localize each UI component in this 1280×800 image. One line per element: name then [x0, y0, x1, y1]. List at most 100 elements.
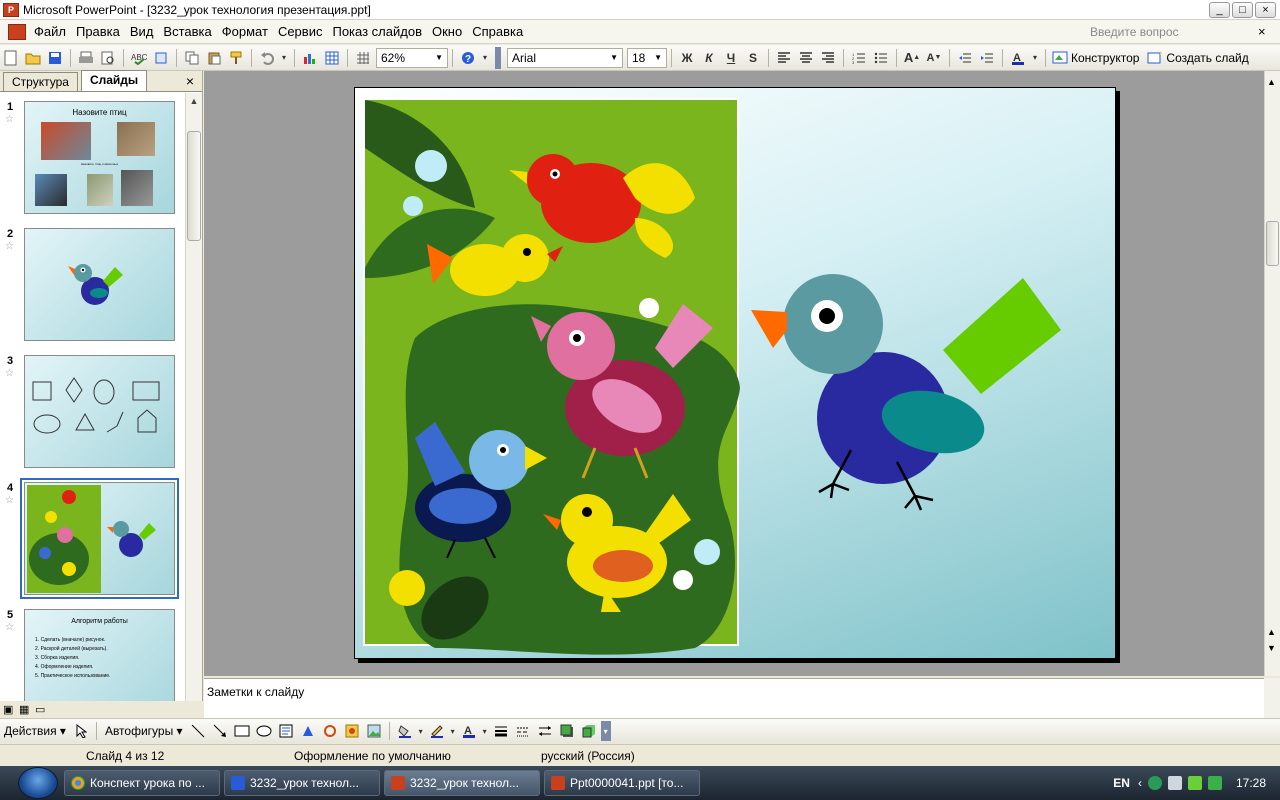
font-color-dropdown-icon[interactable]: ▾: [481, 721, 489, 741]
font-name-select[interactable]: Arial ▼: [507, 47, 623, 68]
slide-thumbnail-1[interactable]: Назовите птиц Назовите птиц и животных: [24, 101, 175, 214]
zoom-select[interactable]: 62% ▼: [376, 47, 448, 68]
dash-style-icon[interactable]: [513, 721, 533, 741]
menu-tools[interactable]: Сервис: [278, 24, 333, 39]
font-color-icon[interactable]: A: [1008, 48, 1028, 68]
font-color-icon[interactable]: A: [459, 721, 479, 741]
select-arrow-icon[interactable]: [71, 721, 91, 741]
slide-thumbnail-2[interactable]: [24, 228, 175, 341]
taskbar-item-chrome[interactable]: Конспект урока по ...: [64, 770, 220, 796]
menu-insert[interactable]: Вставка: [163, 24, 221, 39]
line-color-dropdown-icon[interactable]: ▾: [449, 721, 457, 741]
language-bar[interactable]: EN: [1113, 776, 1130, 790]
align-left-icon[interactable]: [774, 48, 794, 68]
fill-color-dropdown-icon[interactable]: ▾: [417, 721, 425, 741]
new-slide-button[interactable]: Создать слайд: [1147, 50, 1249, 65]
ask-question-input[interactable]: Введите вопрос: [1086, 23, 1246, 41]
menu-format[interactable]: Формат: [222, 24, 278, 39]
decrease-indent-icon[interactable]: [955, 48, 975, 68]
slide-thumbnail-5[interactable]: Алгоритм работы 1. Сделать (вначале) рис…: [24, 609, 175, 701]
insert-table-icon[interactable]: [322, 48, 342, 68]
print-preview-icon[interactable]: [98, 48, 118, 68]
big-blue-bird-illustration[interactable]: [751, 274, 1061, 511]
sorter-view-icon[interactable]: ▦: [19, 703, 33, 716]
arrow-icon[interactable]: [210, 721, 230, 741]
panel-scrollbar[interactable]: ▲: [185, 93, 202, 701]
save-icon[interactable]: [45, 48, 65, 68]
undo-dropdown-icon[interactable]: ▾: [279, 48, 289, 68]
volume-icon[interactable]: [1167, 776, 1182, 790]
notes-pane[interactable]: Заметки к слайду: [204, 678, 1264, 718]
copy-icon[interactable]: [182, 48, 202, 68]
new-icon[interactable]: [1, 48, 21, 68]
birds-collage-image[interactable]: [363, 98, 740, 655]
normal-view-icon[interactable]: ▣: [3, 703, 17, 716]
shadow-style-icon[interactable]: [557, 721, 577, 741]
scroll-up-icon[interactable]: ▲: [186, 93, 202, 110]
oval-icon[interactable]: [254, 721, 274, 741]
designer-button[interactable]: Конструктор: [1052, 51, 1139, 65]
toolbar-options-icon[interactable]: ▾: [480, 48, 490, 68]
powerpoint-app-icon[interactable]: P: [3, 2, 19, 17]
download-icon[interactable]: [1207, 776, 1222, 790]
menu-file[interactable]: Файл: [34, 24, 76, 39]
shadow-button[interactable]: S: [743, 48, 763, 68]
signal-icon[interactable]: [1187, 776, 1202, 790]
italic-button[interactable]: К: [699, 48, 719, 68]
toolbar-options-icon[interactable]: ▾: [600, 721, 611, 741]
picture-icon[interactable]: [364, 721, 384, 741]
line-style-icon[interactable]: [491, 721, 511, 741]
scrollbar-thumb[interactable]: [1266, 221, 1279, 266]
bold-button[interactable]: Ж: [677, 48, 697, 68]
open-icon[interactable]: [23, 48, 43, 68]
current-slide[interactable]: [354, 87, 1116, 659]
tab-outline[interactable]: Структура: [3, 72, 78, 91]
notes-scrollbar[interactable]: [1264, 678, 1280, 718]
close-button[interactable]: ×: [1255, 1, 1276, 18]
chevron-left-icon[interactable]: ‹: [1138, 776, 1142, 790]
increase-indent-icon[interactable]: [977, 48, 997, 68]
grid-icon[interactable]: [353, 48, 373, 68]
maximize-button[interactable]: □: [1232, 1, 1253, 18]
font-size-select[interactable]: 18 ▼: [627, 47, 667, 68]
diagram-icon[interactable]: [320, 721, 340, 741]
menu-window[interactable]: Окно: [432, 24, 472, 39]
align-right-icon[interactable]: [818, 48, 838, 68]
textbox-icon[interactable]: [276, 721, 296, 741]
start-button[interactable]: [18, 767, 58, 799]
clipart-icon[interactable]: [342, 721, 362, 741]
autoshapes-menu[interactable]: Автофигуры ▾: [101, 724, 187, 738]
increase-font-icon[interactable]: A ▲: [902, 48, 922, 68]
paste-icon[interactable]: [204, 48, 224, 68]
clock[interactable]: 17:28: [1236, 776, 1266, 790]
taskbar-item-powerpoint-2[interactable]: Ppt0000041.ppt [то...: [544, 770, 700, 796]
spelling-icon[interactable]: ABC: [129, 48, 149, 68]
undo-icon[interactable]: [257, 48, 277, 68]
numbering-icon[interactable]: 123: [849, 48, 869, 68]
close-icon[interactable]: ×: [186, 73, 194, 89]
tab-slides[interactable]: Слайды: [80, 70, 148, 91]
format-painter-icon[interactable]: [226, 48, 246, 68]
fill-color-icon[interactable]: [395, 721, 415, 741]
3d-style-icon[interactable]: [579, 721, 599, 741]
rectangle-icon[interactable]: [232, 721, 252, 741]
previous-slide-icon[interactable]: ▲: [1267, 627, 1276, 637]
document-icon[interactable]: [8, 23, 26, 40]
underline-button[interactable]: Ч: [721, 48, 741, 68]
menu-help[interactable]: Справка: [472, 24, 533, 39]
scroll-up-icon[interactable]: ▲: [1267, 77, 1276, 87]
taskbar-item-powerpoint[interactable]: 3232_урок технол...: [384, 770, 540, 796]
font-color-dropdown-icon[interactable]: ▾: [1030, 48, 1040, 68]
minimize-button[interactable]: _: [1209, 1, 1230, 18]
bullets-icon[interactable]: [871, 48, 891, 68]
line-icon[interactable]: [188, 721, 208, 741]
toolbar-grip[interactable]: [495, 46, 501, 69]
slideshow-view-icon[interactable]: ▭: [35, 703, 49, 716]
close-document-button[interactable]: ×: [1258, 24, 1272, 39]
insert-chart-icon[interactable]: [300, 48, 320, 68]
menu-edit[interactable]: Правка: [76, 24, 130, 39]
menu-view[interactable]: Вид: [130, 24, 164, 39]
network-icon[interactable]: [1147, 776, 1162, 790]
decrease-font-icon[interactable]: A ▼: [924, 48, 944, 68]
arrow-style-icon[interactable]: [535, 721, 555, 741]
